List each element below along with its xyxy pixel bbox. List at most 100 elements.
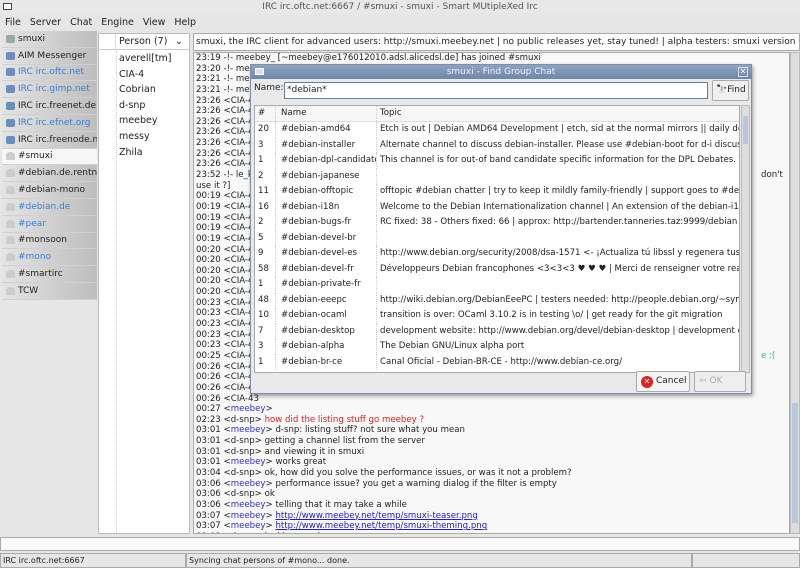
log-message: how did the listing stuff go meebey ? xyxy=(264,414,425,425)
sidebar-item-label: #pear xyxy=(18,218,47,229)
log-nick: d-snp xyxy=(230,446,255,457)
chat-sidebar: smuxi AIM Messenger IRC irc.oftc.net IRC ir… xyxy=(0,31,98,534)
sidebar-item[interactable]: IRC irc.efnet.org xyxy=(2,114,97,132)
log-nick: meebey xyxy=(230,521,266,532)
chat-scrollbar[interactable] xyxy=(790,52,800,534)
person-item[interactable]: meebey xyxy=(117,113,190,129)
table-row[interactable]: 1 #debian-br-ce Canal Oficial - Debian-BR-… xyxy=(255,354,739,370)
sidebar-item[interactable]: TCW xyxy=(2,282,97,300)
table-row[interactable]: 7 #debian-desktop development website: htt… xyxy=(255,323,739,339)
topic-field[interactable]: smuxi, the IRC client for advanced users… xyxy=(193,33,800,51)
log-time: 03:06 xyxy=(196,478,221,489)
table-row[interactable]: 3 #debian-alpha The Debian GNU/Linux alpha… xyxy=(255,339,739,355)
column-header[interactable]: Topic xyxy=(376,106,739,121)
log-time: 03:01 xyxy=(196,425,221,436)
log-message[interactable]: http://www.meebey.net/temp/smuxi-teaser.… xyxy=(275,511,477,521)
log-line: 03:01 <d-snp> getting a channel list fro… xyxy=(196,436,425,447)
window-titlebar: IRC irc.oftc.net:6667 / #smuxi - smuxi -… xyxy=(0,0,800,14)
person-item[interactable]: averell[tm] xyxy=(117,51,190,67)
sidebar-item[interactable]: #debian-mono xyxy=(2,182,97,199)
sidebar-item[interactable]: IRC irc.gimp.net xyxy=(2,81,97,99)
channel-topic: Etch is out | Debian AMD64 Development |… xyxy=(376,122,739,138)
table-row[interactable]: 58 #debian-devel-fr Développeurs Debian fr… xyxy=(255,261,739,277)
channel-name: #debian-japanese xyxy=(275,168,376,184)
window-menu-icon[interactable] xyxy=(3,3,12,10)
sidebar-item[interactable]: #pear xyxy=(2,215,97,233)
log-text: 23:21 -!- mee xyxy=(196,84,255,95)
sidebar-item[interactable]: #monsoon xyxy=(2,232,97,250)
chevron-down-icon[interactable]: ⌄ xyxy=(175,34,189,49)
find-group-chat-dialog: smuxi - Find Group Chat ✕ Name: *debian* … xyxy=(250,64,752,394)
table-row[interactable]: 16 #debian-i18n Welcome to the Debian Inte… xyxy=(255,199,739,215)
table-row[interactable]: 10 #debian-ocaml transition is over: OCaml… xyxy=(255,308,739,324)
person-item[interactable]: Cobrian xyxy=(117,82,190,98)
log-line: 03:06 <meebey> telling that it may take … xyxy=(196,499,407,510)
message-input[interactable] xyxy=(0,537,800,551)
sidebar-item[interactable]: smuxi xyxy=(2,31,97,48)
table-row[interactable]: 3 #debian-installer Alternate channel to d… xyxy=(255,137,739,153)
sidebar-item[interactable]: #debian.de.rentner xyxy=(2,165,97,183)
log-time: 03:01 xyxy=(196,436,221,447)
log-nick: meebey xyxy=(230,425,266,436)
column-header[interactable]: Name xyxy=(275,106,376,121)
close-icon[interactable]: ✕ xyxy=(738,67,748,77)
channel-topic: http://wiki.debian.org/DebianEeePC | tes… xyxy=(376,292,739,308)
ok-button[interactable]: ⇦ OK xyxy=(694,371,746,392)
sidebar-item[interactable]: #smuxi xyxy=(2,148,97,166)
table-row[interactable]: 1 #debian-private-fr xyxy=(255,277,739,293)
log-nick: meebey xyxy=(230,478,266,489)
table-row[interactable]: 20 #debian-amd64 Etch is out | Debian AMD6… xyxy=(255,122,739,138)
channel-topic: http://www.debian.org/security/2008/dsa-… xyxy=(376,246,739,262)
find-button[interactable]: 🔭Find xyxy=(712,80,749,101)
log-nick: meebey xyxy=(230,457,266,468)
sidebar-item-label: #monsoon xyxy=(18,235,67,246)
menu-view[interactable]: View xyxy=(143,14,166,31)
menu-file[interactable]: File xyxy=(5,14,21,31)
person-item[interactable]: messy xyxy=(117,129,190,145)
name-input[interactable]: *debian* xyxy=(284,82,708,99)
sidebar-item[interactable]: IRC irc.oftc.net xyxy=(2,64,97,82)
table-row[interactable]: 48 #debian-eeepc http://wiki.debian.org/De… xyxy=(255,292,739,308)
dialog-menu-icon[interactable] xyxy=(255,68,264,75)
menu-server[interactable]: Server xyxy=(30,14,61,31)
log-message: performance issue? you get a warning dia… xyxy=(275,478,557,489)
menu-engine[interactable]: Engine xyxy=(101,14,134,31)
user-count: 5 xyxy=(258,232,264,243)
person-item[interactable]: CIA-4 xyxy=(117,67,190,83)
sidebar-item-label: #smuxi xyxy=(18,151,53,162)
menu-help[interactable]: Help xyxy=(174,14,196,31)
person-item[interactable]: d-snp xyxy=(117,98,190,114)
sidebar-item[interactable]: IRC irc.freenode.net xyxy=(2,131,97,149)
sidebar-item-label: IRC irc.efnet.org xyxy=(18,117,91,128)
sidebar-item-label: #mono xyxy=(18,252,52,263)
sidebar-item-label: TCW xyxy=(18,285,39,296)
sidebar-item[interactable]: #smartirc xyxy=(2,266,97,283)
sidebar-item[interactable]: #mono xyxy=(2,249,97,267)
column-header[interactable]: # xyxy=(255,106,275,121)
log-nick: meebey xyxy=(230,404,266,415)
table-row[interactable]: 2 #debian-bugs-fr RC fixed: 38 - Others fi… xyxy=(255,215,739,231)
network-icon xyxy=(6,51,15,60)
table-row[interactable]: 9 #debian-devel-es http://www.debian.org/s… xyxy=(255,246,739,262)
person-column-header[interactable]: Person (7) xyxy=(116,34,175,49)
log-line: 03:07 <meebey> http://www.meebey.net/tem… xyxy=(196,521,488,532)
cancel-button[interactable]: ✕ Cancel xyxy=(636,371,690,392)
table-row[interactable]: 11 #debian-offtopic offtopic #debian chatt… xyxy=(255,184,739,200)
log-time: 03:07 xyxy=(196,510,221,521)
table-row[interactable]: 2 #debian-japanese xyxy=(255,168,739,184)
log-line: 03:06 <d-snp> ok xyxy=(196,489,275,500)
sidebar-item[interactable]: AIM Messenger xyxy=(2,47,97,65)
table-scrollbar[interactable] xyxy=(741,105,750,373)
table-row[interactable]: 5 #debian-devel-br xyxy=(255,230,739,246)
log-time: 03:04 xyxy=(196,467,221,478)
person-item[interactable]: Zhila xyxy=(117,145,190,161)
sidebar-item-label: IRC irc.freenet.de xyxy=(18,101,97,112)
user-count: 3 xyxy=(258,341,264,351)
sidebar-item[interactable]: #debian.de xyxy=(2,198,97,216)
sidebar-item[interactable]: IRC irc.freenet.de xyxy=(2,98,97,115)
menu-chat[interactable]: Chat xyxy=(70,14,92,31)
log-message[interactable]: http://www.meebey.net/temp/smuxi-theming… xyxy=(275,521,487,531)
table-row[interactable]: 1 #debian-dpl-candidates This channel is f… xyxy=(255,153,739,169)
network-icon xyxy=(6,135,15,144)
user-count: 48 xyxy=(258,294,269,305)
